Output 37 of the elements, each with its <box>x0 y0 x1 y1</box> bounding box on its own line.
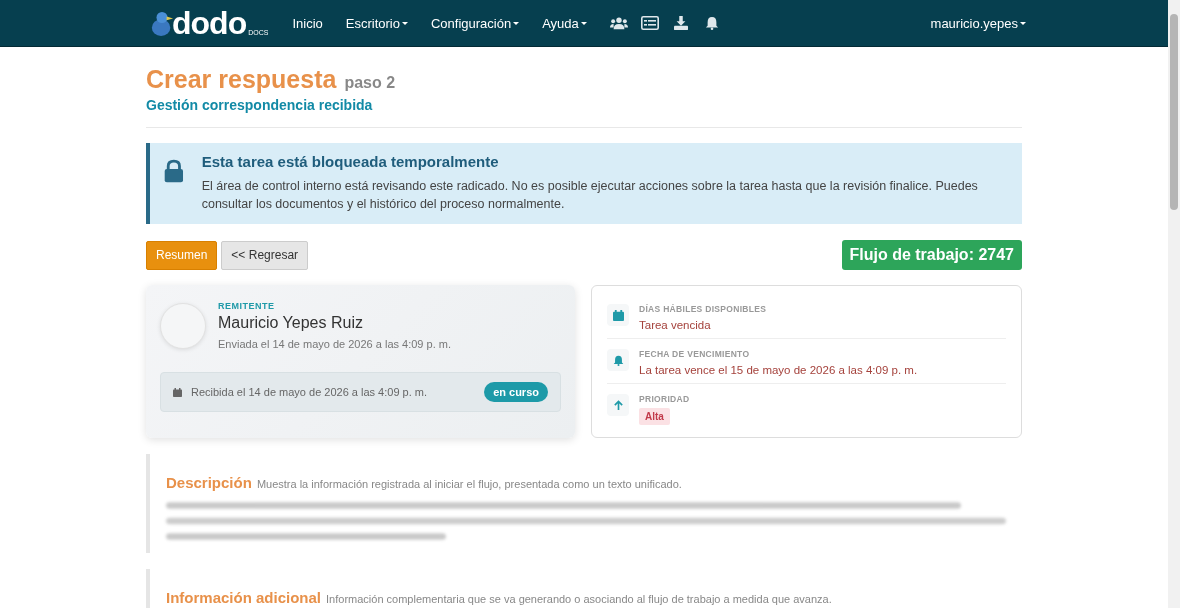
section-hint: Muestra la información registrada al iniciar el flujo, presentada como un texto unificado. <box>256 478 682 490</box>
detail-value: La tarea vence el 15 de mayo de 2026 a las 4:09 p. m. <box>639 364 918 376</box>
priority-tag: Alta <box>639 408 670 425</box>
arrow-up-icon <box>607 394 629 416</box>
calendar-icon <box>173 387 182 397</box>
scrollbar[interactable] <box>1168 0 1180 608</box>
calendar-icon <box>607 304 629 326</box>
user-menu[interactable]: mauricio.yepes <box>930 15 1026 31</box>
nav-menu-item[interactable]: Configuración <box>430 15 520 31</box>
nav-menu-item[interactable]: Escritorio <box>345 15 408 31</box>
bird-icon <box>150 10 174 38</box>
detail-label: DÍAS HÁBILES DISPONIBLES <box>639 304 767 314</box>
detail-value: Tarea vencida <box>639 319 712 331</box>
sender-name: Mauricio Yepes Ruiz <box>218 314 364 332</box>
section-hint: Información complementaria que se va generando o asociando al flujo de trabajo a medida que avanza. <box>326 593 832 605</box>
status-badge: en curso <box>484 382 548 402</box>
alert-title: Esta tarea está bloqueada temporalmente <box>201 153 500 170</box>
list-icon[interactable] <box>640 16 659 30</box>
nav-menu-item[interactable]: Ayuda <box>542 15 587 31</box>
section-title: Descripción <box>166 474 252 491</box>
logo-text: dodo <box>172 8 247 38</box>
detail-label: PRIORIDAD <box>639 394 690 404</box>
bell-icon <box>607 349 629 371</box>
step-label: paso 2 <box>344 74 396 92</box>
nav-menu-item[interactable]: Inicio <box>292 15 323 31</box>
back-button[interactable]: << Regresar <box>221 240 309 270</box>
received-date: Recibida el 14 de mayo de 2026 a las 4:09 p. m. <box>191 386 428 398</box>
download-icon[interactable] <box>671 16 690 30</box>
page-title: Crear respuesta <box>146 65 337 94</box>
workflow-badge: Flujo de trabajo: 2747 <box>841 240 1022 270</box>
section-title: Información adicional <box>166 589 322 606</box>
sender-label: REMITENTE <box>218 301 276 311</box>
detail-label: FECHA DE VENCIMIENTO <box>639 349 751 359</box>
users-icon[interactable] <box>609 16 628 30</box>
sent-date: Enviada el 14 de mayo de 2026 a las 4:09 p. m. <box>218 338 451 350</box>
alert-message: El área de control interno está revisando este radicado. No es posible ejecutar acciones sobre la tarea hasta que la revisión finalice. Puedes consultar los documentos y el histórico del proceso normalmente. <box>201 178 979 213</box>
page-subtitle: Gestión correspondencia recibida <box>146 97 374 113</box>
